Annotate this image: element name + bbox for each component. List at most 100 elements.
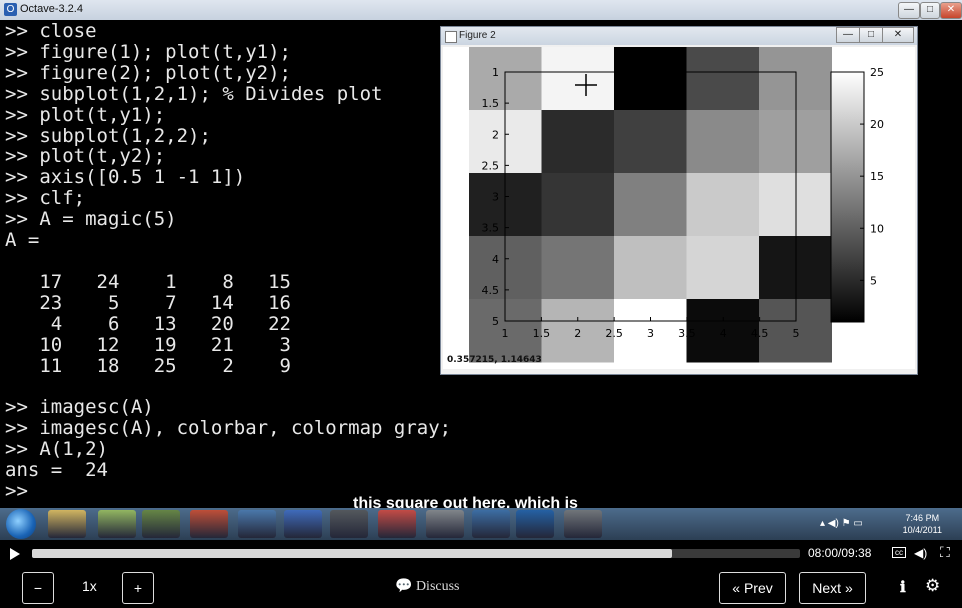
console-line: >> subplot(1,2,2);	[5, 124, 211, 147]
play-icon[interactable]	[10, 548, 20, 560]
discuss-label: Discuss	[415, 579, 460, 594]
progress-bar[interactable]	[32, 549, 800, 558]
remote-icon[interactable]	[284, 510, 322, 538]
y-tick-label: 4	[492, 253, 499, 266]
console-line: >> imagesc(A), colorbar, colormap gray;	[5, 417, 452, 440]
figure-window[interactable]: Figure 2 — □ ✕ 1 1.5 2 2.5 3 3.5 4 4.5 5 1 1.5 2 2.5…	[440, 26, 918, 375]
console-line: 10 12 19 21 3	[5, 333, 291, 356]
y-tick-label: 1	[492, 66, 499, 79]
window-title: Octave-3.2.4	[20, 3, 83, 15]
image-cell	[686, 47, 760, 111]
console-line: >> axis([0.5 1 -1 1])	[5, 166, 246, 189]
console-output: >> close >> figure(1); plot(t,y1); >> fi…	[5, 21, 451, 502]
powerpoint-icon[interactable]	[190, 510, 228, 538]
console-line: >> A = magic(5)	[5, 208, 177, 231]
notes-icon[interactable]	[98, 510, 136, 538]
y-tick-label: 3	[492, 191, 499, 204]
figure-title-bar: Figure 2 — □ ✕	[441, 27, 917, 45]
imagesc-plot[interactable]: 11.522.533.544.551 1.5 2 2.5 3 3.5 4 4.5 5252015…	[443, 47, 915, 369]
console-line: >> plot(t,y1);	[5, 103, 166, 126]
start-button[interactable]	[6, 509, 36, 539]
minimize-button[interactable]: —	[898, 2, 920, 19]
console-line: 17 24 1 8 15	[5, 270, 291, 293]
y-tick-label: 3.5	[482, 222, 500, 235]
info-icon[interactable]: ℹ	[900, 578, 906, 596]
plot-area[interactable]: 1 1.5 2 2.5 3 3.5 4 4.5 5 1 1.5 2 2.5 3 3.5 4 4.5 5 25 20 15…	[443, 47, 915, 369]
console-line: >> imagesc(A)	[5, 396, 154, 419]
y-tick-label: 2	[492, 128, 499, 141]
playback-speed: 1x	[82, 578, 97, 594]
x-tick-label: 5	[793, 327, 800, 340]
chart-icon[interactable]	[564, 510, 602, 538]
colorbar-tick-label: 15	[870, 170, 884, 183]
discuss-link[interactable]: 💬 Discuss	[395, 578, 460, 595]
colorbar-tick-label: 5	[870, 274, 877, 287]
console-line: 11 18 25 2 9	[5, 354, 291, 377]
chrome-icon[interactable]	[378, 510, 416, 538]
figure-close-button[interactable]: ✕	[882, 27, 914, 43]
console-line: >> figure(1); plot(t,y1);	[5, 40, 291, 63]
console-line: >>	[5, 479, 28, 502]
progress-fill	[32, 549, 672, 558]
image-cell	[614, 47, 687, 111]
cursor-coordinates: 0.357215, 1.14643	[447, 355, 542, 365]
x-tick-label: 1.5	[533, 327, 551, 340]
image-cell	[686, 173, 760, 237]
x-tick-label: 4	[720, 327, 727, 340]
console-line: ans = 24	[5, 459, 108, 482]
console-line: >> close	[5, 20, 97, 42]
close-button[interactable]: ✕	[940, 2, 962, 19]
x-tick-label: 3.5	[678, 327, 696, 340]
discuss-icon: 💬	[395, 579, 416, 594]
time-display: 08:00/09:38	[808, 546, 871, 560]
image-cell	[614, 236, 687, 300]
next-button[interactable]: Next »	[799, 572, 866, 604]
settings-gear-icon[interactable]: ⚙	[925, 576, 940, 596]
console-line: >> A(1,2)	[5, 438, 108, 461]
camera-icon[interactable]	[330, 510, 368, 538]
console-line: >> clf;	[5, 187, 86, 210]
console-line: 23 5 7 14 16	[5, 291, 291, 314]
figure-title: Figure 2	[459, 30, 496, 41]
prev-button[interactable]: « Prev	[719, 572, 786, 604]
decrease-speed-button[interactable]: −	[22, 572, 54, 604]
webcam-icon[interactable]	[426, 510, 464, 538]
image-cell	[541, 173, 615, 237]
y-tick-label: 4.5	[482, 284, 500, 297]
figure-maximize-button[interactable]: □	[859, 27, 883, 43]
video-player-controls: 08:00/09:38 cc ◀) ⛶ − 1x + 💬 Discuss « P…	[0, 540, 962, 608]
colorbar-tick-label: 10	[870, 222, 884, 235]
media-icon[interactable]	[516, 510, 554, 538]
x-tick-label: 3	[647, 327, 654, 340]
console-line: >> plot(t,y2);	[5, 145, 166, 168]
clock-time: 7:46 PM	[905, 513, 940, 523]
console-line: 4 6 13 20 22	[5, 312, 291, 335]
system-tray: ▴ ◀) ⚑ ▭ 7:46 PM 10/4/2011	[812, 508, 962, 540]
x-tick-label: 4.5	[751, 327, 769, 340]
console-line: >> subplot(1,2,1); % Divides plot	[5, 82, 383, 105]
app-icon[interactable]	[142, 510, 180, 538]
current-time: 08:00	[808, 546, 839, 560]
x-tick-label: 2	[574, 327, 581, 340]
cc-icon[interactable]: cc	[892, 547, 906, 558]
maximize-button[interactable]: □	[920, 2, 940, 19]
volume-icon[interactable]: ◀)	[914, 546, 927, 560]
y-tick-label: 1.5	[482, 97, 500, 110]
y-tick-label: 5	[492, 315, 499, 328]
tray-icons[interactable]: ▴ ◀) ⚑ ▭	[820, 518, 863, 529]
network-icon[interactable]	[238, 510, 276, 538]
console-line: A =	[5, 229, 40, 252]
clock[interactable]: 7:46 PM 10/4/2011	[903, 512, 942, 536]
y-tick-label: 2.5	[482, 159, 500, 172]
image-cell	[686, 110, 760, 174]
python-icon[interactable]	[472, 510, 510, 538]
image-cell	[541, 47, 615, 111]
increase-speed-button[interactable]: +	[122, 572, 154, 604]
figure-icon	[445, 31, 457, 43]
folder-icon[interactable]	[48, 510, 86, 538]
fullscreen-icon[interactable]: ⛶	[940, 544, 950, 561]
taskbar: ▴ ◀) ⚑ ▭ 7:46 PM 10/4/2011	[0, 508, 962, 540]
colorbar-tick-label: 25	[870, 66, 884, 79]
figure-minimize-button[interactable]: —	[836, 27, 860, 43]
clock-date: 10/4/2011	[902, 525, 942, 535]
